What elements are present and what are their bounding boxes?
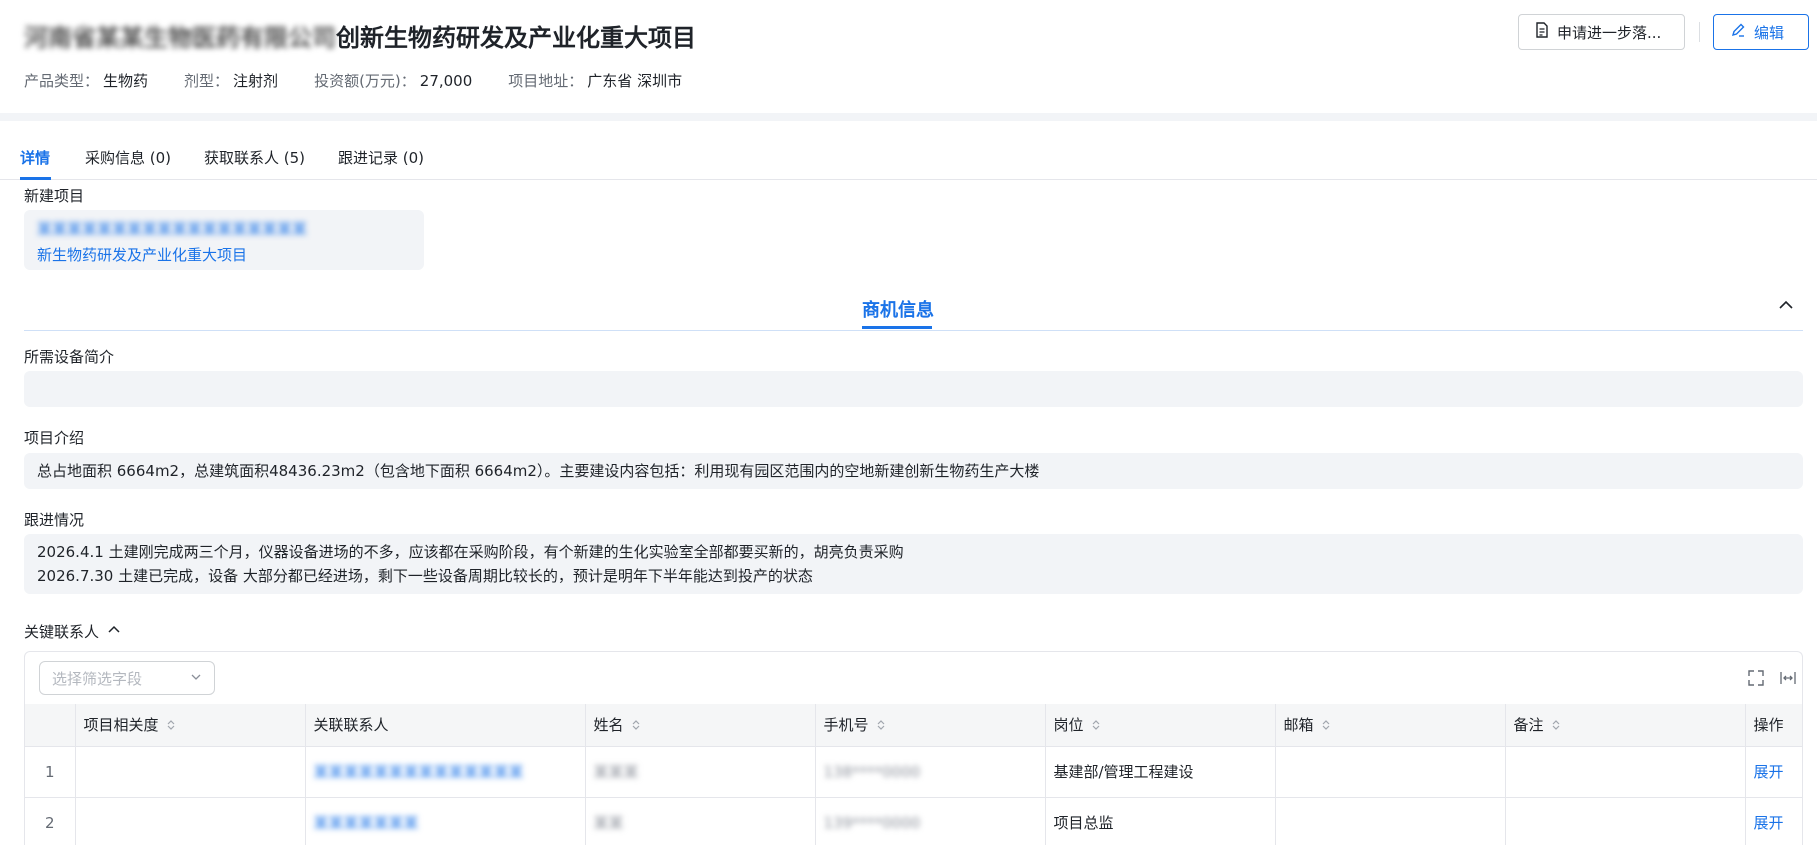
row-relevance [75,797,306,845]
document-icon [1535,22,1549,42]
contacts-grid: 项目相关度 关联联系人 姓名 手机号 岗位 邮箱 备注 操作 1 某某某某某某某… [25,704,1802,845]
chevron-down-icon [190,669,202,687]
col-linked-contact: 关联联系人 [305,704,586,747]
project-header: 河南省某某生物医药有限公司创新生物药研发及产业化重大项目 产品类型： 生物药 剂型… [0,0,1817,113]
row-note [1505,746,1746,798]
col-position[interactable]: 岗位 [1045,704,1276,747]
project-meta: 产品类型： 生物药 剂型： 注射剂 投资额(万元)： 27,000 项目地址： 广东省 … [24,70,682,91]
intro-field: 总占地面积 6664m2，总建筑面积48436.23m2（包含地下面积 6664… [24,453,1803,489]
row-index: 2 [25,797,76,845]
new-project-label: 新建项目 [24,187,85,205]
apply-followup-button[interactable]: 申请进一步落... [1518,14,1685,50]
row-email [1275,797,1506,845]
table-row: 1 某某某某某某某某某某某某某某 某某某 138****0000 基建部/管理工… [25,746,1802,798]
title-blurred-part: 河南省某某生物医药有限公司 [24,24,336,52]
business-info-underline [862,326,932,329]
edit-button[interactable]: 编辑 [1713,14,1809,50]
active-tab-indicator [20,177,51,180]
key-contacts-label: 关键联系人 [24,623,100,641]
row-position: 项目总监 [1045,797,1276,845]
row-note [1505,797,1746,845]
row-index: 1 [25,746,76,798]
new-project-link[interactable]: 新生物药研发及产业化重大项目 [37,244,411,265]
sort-icon[interactable] [632,717,640,735]
col-phone[interactable]: 手机号 [815,704,1046,747]
row-name: 某某 [585,797,816,845]
expand-link[interactable]: 展开 [1745,797,1802,845]
tab-contacts[interactable]: 获取联系人 (5) [204,147,305,168]
sort-icon[interactable] [167,717,175,735]
row-phone: 139****0000 [815,797,1046,845]
column-width-icon[interactable] [1779,669,1797,687]
detail-panel: 详情 采购信息 (0) 获取联系人 (5) 跟进记录 (0) 新建项目 某某某某… [0,121,1817,845]
equipment-label: 所需设备简介 [24,348,115,366]
row-phone: 138****0000 [815,746,1046,798]
col-name[interactable]: 姓名 [585,704,816,747]
sort-icon[interactable] [1322,717,1330,735]
table-header-row: 项目相关度 关联联系人 姓名 手机号 岗位 邮箱 备注 操作 [25,704,1802,747]
page-title: 河南省某某生物医药有限公司创新生物药研发及产业化重大项目 [24,18,696,53]
key-contacts-toggle[interactable]: 关键联系人 [24,621,121,642]
table-row: 2 某某某某某某某 某某 139****0000 项目总监 展开 [25,797,1802,845]
meta-dosage-form: 剂型： 注射剂 [184,72,279,90]
row-email [1275,746,1506,798]
col-action: 操作 [1745,704,1802,747]
sort-icon[interactable] [877,717,885,735]
edit-label: 编辑 [1754,23,1785,42]
row-relevance [75,746,306,798]
expand-link[interactable]: 展开 [1745,746,1802,798]
filter-placeholder: 选择筛选字段 [52,669,143,688]
business-info-divider [24,330,1803,331]
tab-followup-records[interactable]: 跟进记录 (0) [338,147,424,168]
col-note[interactable]: 备注 [1505,704,1746,747]
meta-product-type: 产品类型： 生物药 [24,72,149,90]
sort-icon[interactable] [1552,717,1560,735]
tab-bar: 详情 采购信息 (0) 获取联系人 (5) 跟进记录 (0) [0,121,1817,180]
row-name: 某某某 [585,746,816,798]
chevron-up-icon[interactable] [1776,295,1796,315]
meta-address: 项目地址： 广东省 深圳市 [508,72,683,90]
tab-procurement[interactable]: 采购信息 (0) [85,147,171,168]
meta-investment: 投资额(万元)： 27,000 [314,72,473,90]
row-linked-contact[interactable]: 某某某某某某某 [305,797,586,845]
title-visible-part: 创新生物药研发及产业化重大项目 [336,24,696,52]
col-email[interactable]: 邮箱 [1275,704,1506,747]
fullscreen-icon[interactable] [1747,669,1765,687]
row-position: 基建部/管理工程建设 [1045,746,1276,798]
business-info-title: 商机信息 [862,300,934,321]
intro-label: 项目介绍 [24,429,85,447]
col-index [25,704,76,747]
equipment-field [24,371,1803,407]
followup-field: 2026.4.1 土建刚完成两三个月，仪器设备进场的不多，应该都在采购阶段，有个… [24,534,1803,594]
row-linked-contact[interactable]: 某某某某某某某某某某某某某某 [305,746,586,798]
key-contacts-table: 选择筛选字段 项目相关度 关联联系人 姓名 手机号 岗位 邮箱 备注 操作 1 … [24,651,1803,845]
apply-followup-label: 申请进一步落... [1557,23,1662,42]
pencil-icon [1730,22,1746,42]
chevron-up-icon [107,623,121,641]
followup-label: 跟进情况 [24,511,85,529]
sort-icon[interactable] [1092,717,1100,735]
header-divider [1699,22,1700,42]
filter-field-select[interactable]: 选择筛选字段 [39,661,215,695]
new-project-box: 某某某某某某某某某某某某某某某某某某 新生物药研发及产业化重大项目 [24,210,424,270]
tab-details[interactable]: 详情 [20,147,50,168]
col-relevance[interactable]: 项目相关度 [75,704,306,747]
followup-line-1: 2026.4.1 土建刚完成两三个月，仪器设备进场的不多，应该都在采购阶段，有个… [37,543,904,561]
new-project-blurred-line: 某某某某某某某某某某某某某某某某某某 [37,220,308,238]
followup-line-2: 2026.7.30 土建已完成，设备 大部分都已经进场，剩下一些设备周期比较长的… [37,567,813,585]
